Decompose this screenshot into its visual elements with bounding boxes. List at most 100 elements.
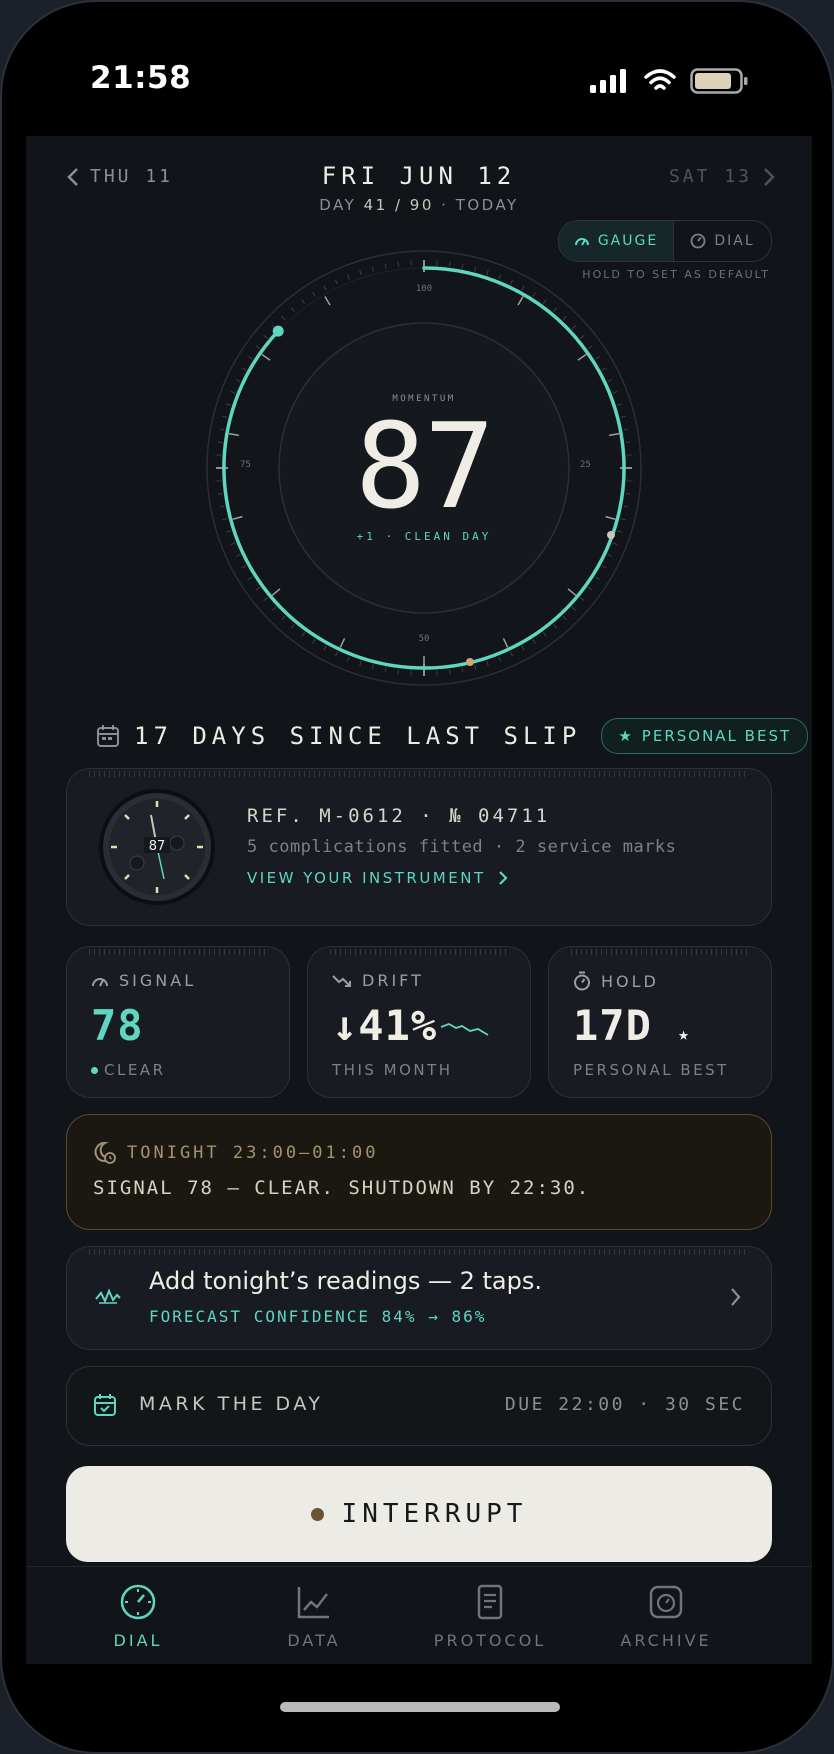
gauge-tick xyxy=(509,651,514,657)
star-icon: ★ xyxy=(618,727,634,745)
gauge-tick xyxy=(263,335,268,339)
gauge-tick xyxy=(334,279,339,285)
nav-protocol[interactable]: PROTOCOL xyxy=(420,1583,560,1650)
gauge-tick xyxy=(397,669,400,675)
instrument-card[interactable]: 87 REF. M-0612 · № 04711 5 complications… xyxy=(66,768,772,926)
gauge-tick xyxy=(384,667,387,673)
card-tick-strip xyxy=(89,771,749,777)
stat-label: HOLD xyxy=(573,971,659,991)
gauge-tick xyxy=(461,667,464,673)
watch-thumbnail: 87 xyxy=(99,789,215,905)
readings-icon xyxy=(95,1288,121,1304)
gauge-tick xyxy=(312,639,316,644)
gauge-tick xyxy=(509,279,514,285)
watch-value: 87 xyxy=(149,839,166,854)
gauge-tick xyxy=(323,285,327,291)
trend-down-icon xyxy=(332,974,351,987)
nav-protocol-label: PROTOCOL xyxy=(433,1631,547,1650)
gauge-tick xyxy=(521,645,525,651)
gauge-tick xyxy=(587,345,593,350)
gauge-tick xyxy=(553,624,557,629)
tonight-message: SIGNAL 78 — CLEAR. SHUTDOWN BY 22:30. xyxy=(93,1177,591,1199)
gauge-tick xyxy=(235,553,241,558)
gauge-tick xyxy=(397,261,400,267)
status-icons xyxy=(590,68,748,94)
drift-label: DRIFT xyxy=(362,971,424,990)
gauge-tick xyxy=(241,367,247,371)
gauge-tick xyxy=(334,651,339,657)
readings-subtitle: FORECAST CONFIDENCE 84% → 86% xyxy=(149,1307,487,1326)
chevron-right-icon xyxy=(731,1288,741,1306)
gauge-tick xyxy=(371,266,375,272)
gauge-tick xyxy=(498,656,502,662)
view-instrument-link[interactable]: VIEW YOUR INSTRUMENT xyxy=(247,869,508,887)
stat-card-signal[interactable]: SIGNAL 78 CLEAR xyxy=(66,946,290,1098)
stat-label: DRIFT xyxy=(332,971,424,990)
nav-data[interactable]: DATA xyxy=(244,1583,384,1650)
battery-icon xyxy=(690,68,748,94)
gauge-tick xyxy=(248,576,253,580)
interrupt-label: INTERRUPT xyxy=(341,1499,528,1529)
toggle-dial-label: DIAL xyxy=(714,233,755,249)
gauge-tick xyxy=(263,597,268,601)
gauge-tick xyxy=(587,586,593,591)
gauge-tick xyxy=(448,669,451,675)
scale-label-top: 100 xyxy=(415,284,433,294)
cellular-signal-icon xyxy=(590,69,626,93)
gauge-tick xyxy=(521,285,525,291)
chevron-right-icon xyxy=(764,167,775,186)
nav-dial-label: DIAL xyxy=(113,1631,163,1650)
signal-label: SIGNAL xyxy=(119,971,197,990)
gauge-tick xyxy=(255,345,261,350)
day-current: 41 / 90 xyxy=(363,196,434,214)
card-tick-strip xyxy=(330,949,508,955)
stat-card-hold[interactable]: HOLD 17D ★ PERSONAL BEST xyxy=(548,946,772,1098)
gauge-tick xyxy=(291,307,295,312)
toggle-dial[interactable]: DIAL xyxy=(674,221,771,261)
chevron-right-icon xyxy=(498,871,508,885)
gauge-tick xyxy=(473,266,477,272)
nav-archive[interactable]: ARCHIVE xyxy=(596,1583,736,1650)
gauge-tick xyxy=(486,660,489,666)
tonight-card[interactable]: TONIGHT 23:00–01:00 SIGNAL 78 — CLEAR. S… xyxy=(66,1114,772,1230)
stat-label: SIGNAL xyxy=(91,971,196,990)
hold-label: HOLD xyxy=(601,971,659,991)
gauge-tick xyxy=(241,565,247,569)
stat-card-drift[interactable]: DRIFT ↓41% THIS MONTH xyxy=(307,946,531,1098)
gauge-tick xyxy=(553,307,557,312)
toggle-gauge-label: GAUGE xyxy=(597,233,659,249)
next-day-label: SAT 13 xyxy=(668,166,752,187)
gauge-tick xyxy=(473,664,477,670)
archive-icon xyxy=(649,1585,683,1619)
readings-card[interactable]: Add tonight’s readings — 2 taps. FORECAS… xyxy=(66,1246,772,1350)
gauge-tick xyxy=(542,299,547,305)
instrument-subtitle: 5 complications fitted · 2 service marks xyxy=(247,837,677,857)
gauge-tick xyxy=(384,263,387,269)
mark-day-card[interactable]: MARK THE DAY DUE 22:00 · 30 SEC xyxy=(66,1366,772,1446)
nav-data-label: DATA xyxy=(287,1631,341,1650)
gauge-tick xyxy=(230,542,236,546)
status-dot xyxy=(91,1066,98,1074)
record-dot-icon xyxy=(310,1507,324,1521)
interrupt-button[interactable]: INTERRUPT xyxy=(66,1466,772,1562)
gauge-tick xyxy=(346,656,350,662)
hold-foot: PERSONAL BEST xyxy=(573,1061,729,1079)
home-indicator[interactable] xyxy=(280,1702,560,1712)
mark-day-due: DUE 22:00 · 30 SEC xyxy=(504,1394,745,1415)
gauge-tick xyxy=(532,292,536,297)
gauge-tick xyxy=(601,565,607,569)
phone-frame: 21:58 THU 11 FRI JUN 12 DAY 41 / 90 · TO… xyxy=(0,0,834,1754)
nav-archive-label: ARCHIVE xyxy=(620,1631,712,1650)
nav-dial[interactable]: DIAL xyxy=(68,1583,208,1650)
gauge-tick xyxy=(601,367,607,371)
gauge-tick xyxy=(580,335,585,339)
gauge-tick xyxy=(532,639,536,644)
gauge-tick xyxy=(562,316,567,321)
gauge-tick xyxy=(607,378,613,383)
gauge-tick xyxy=(323,645,327,651)
next-day-button[interactable]: SAT 13 xyxy=(669,166,776,187)
gauge-icon xyxy=(574,238,589,246)
gauge-tick xyxy=(281,615,286,620)
signal-gauge-icon xyxy=(92,977,108,986)
gauge-tick xyxy=(272,606,277,611)
